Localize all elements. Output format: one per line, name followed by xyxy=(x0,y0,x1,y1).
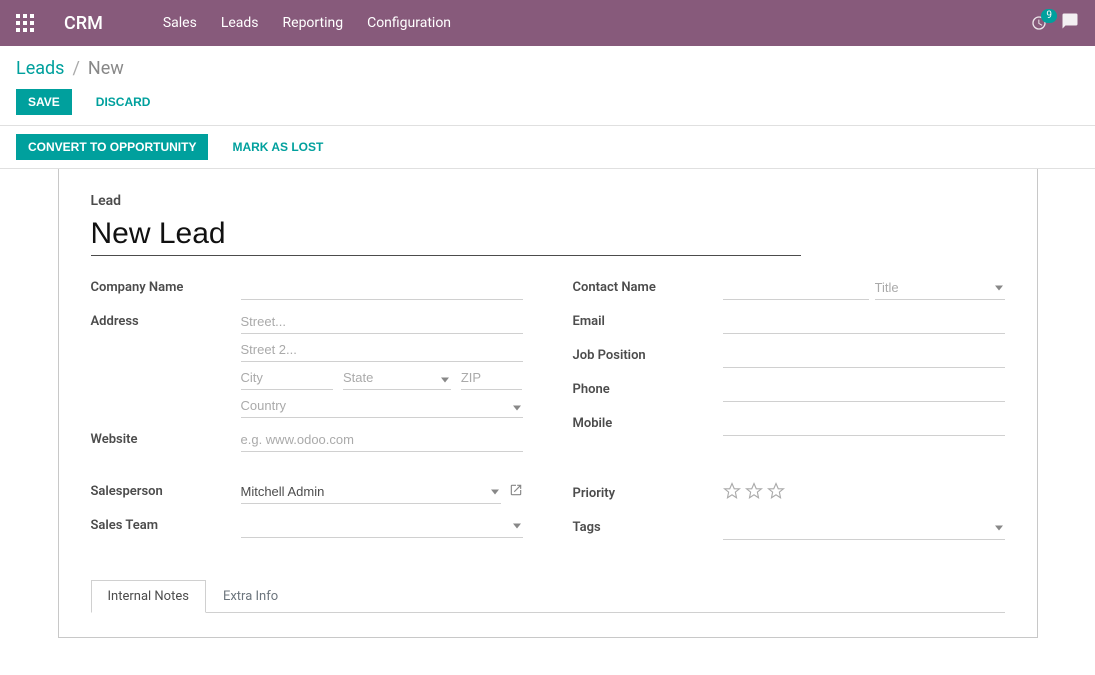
city-input[interactable] xyxy=(241,366,333,390)
salesperson-input[interactable] xyxy=(241,480,501,504)
sales-team-input[interactable] xyxy=(241,514,523,538)
website-input[interactable] xyxy=(241,428,523,452)
breadcrumb-leads[interactable]: Leads xyxy=(16,58,64,79)
chat-icon[interactable] xyxy=(1061,12,1079,34)
contact-title-input[interactable] xyxy=(875,276,1005,300)
mark-as-lost-button[interactable]: Mark as Lost xyxy=(220,134,335,160)
tab-internal-notes[interactable]: Internal Notes xyxy=(91,580,206,613)
tags-input[interactable] xyxy=(723,516,1005,540)
save-button[interactable]: Save xyxy=(16,89,72,115)
app-brand[interactable]: CRM xyxy=(64,13,103,34)
priority-label: Priority xyxy=(573,482,723,501)
sales-team-label: Sales Team xyxy=(91,514,241,533)
convert-to-opportunity-button[interactable]: Convert to Opportunity xyxy=(16,134,208,160)
company-name-input[interactable] xyxy=(241,276,523,300)
nav-items: Sales Leads Reporting Configuration xyxy=(163,15,1031,31)
tab-extra-info[interactable]: Extra Info xyxy=(206,580,295,613)
mobile-label: Mobile xyxy=(573,412,723,431)
breadcrumb: Leads / New xyxy=(16,58,1079,79)
activity-icon[interactable]: 9 xyxy=(1031,15,1047,31)
tabs: Internal Notes Extra Info xyxy=(91,580,1005,613)
company-name-label: Company Name xyxy=(91,276,241,295)
breadcrumb-sep: / xyxy=(72,58,79,79)
state-input[interactable] xyxy=(343,366,451,390)
email-input[interactable] xyxy=(723,310,1005,334)
contact-name-label: Contact Name xyxy=(573,276,723,295)
nav-leads[interactable]: Leads xyxy=(221,15,259,31)
status-bar: Convert to Opportunity Mark as Lost xyxy=(0,126,1095,169)
star-icon[interactable] xyxy=(723,482,741,500)
country-input[interactable] xyxy=(241,394,523,418)
nav-sales[interactable]: Sales xyxy=(163,15,197,31)
apps-icon[interactable] xyxy=(16,14,34,32)
job-position-input[interactable] xyxy=(723,344,1005,368)
control-panel: Leads / New Save Discard xyxy=(0,46,1095,126)
lead-title-input[interactable] xyxy=(91,215,801,256)
mobile-input[interactable] xyxy=(723,412,1005,436)
right-column: Contact Name Email Job Position Phon xyxy=(573,276,1005,550)
street-input[interactable] xyxy=(241,310,523,334)
contact-name-input[interactable] xyxy=(723,276,869,300)
phone-input[interactable] xyxy=(723,378,1005,402)
form-sheet: Lead Company Name Address xyxy=(58,169,1038,638)
address-label: Address xyxy=(91,310,241,329)
star-icon[interactable] xyxy=(767,482,785,500)
external-link-icon[interactable] xyxy=(509,483,523,501)
priority-stars[interactable] xyxy=(723,482,1005,500)
website-label: Website xyxy=(91,428,241,447)
phone-label: Phone xyxy=(573,378,723,397)
activity-count-badge: 9 xyxy=(1041,9,1057,23)
left-column: Company Name Address xyxy=(91,276,523,550)
lead-heading-label: Lead xyxy=(91,193,1005,209)
street2-input[interactable] xyxy=(241,338,523,362)
nav-reporting[interactable]: Reporting xyxy=(283,15,344,31)
email-label: Email xyxy=(573,310,723,329)
star-icon[interactable] xyxy=(745,482,763,500)
navbar: CRM Sales Leads Reporting Configuration … xyxy=(0,0,1095,46)
nav-configuration[interactable]: Configuration xyxy=(367,15,451,31)
discard-button[interactable]: Discard xyxy=(84,89,163,115)
zip-input[interactable] xyxy=(461,366,523,390)
salesperson-label: Salesperson xyxy=(91,480,241,499)
breadcrumb-current: New xyxy=(88,58,124,79)
tags-label: Tags xyxy=(573,516,723,535)
job-position-label: Job Position xyxy=(573,344,723,363)
